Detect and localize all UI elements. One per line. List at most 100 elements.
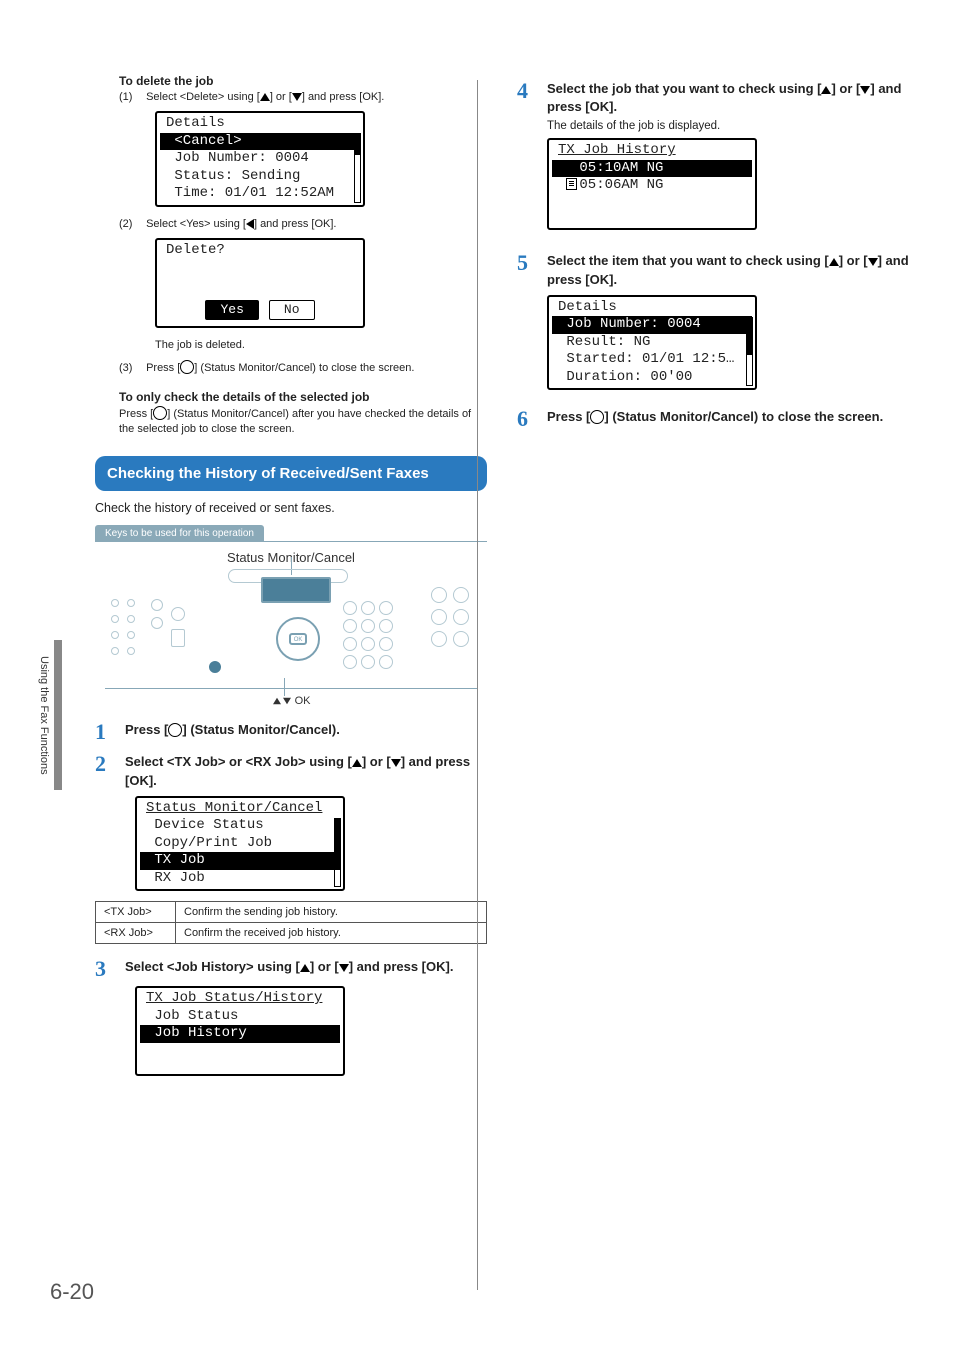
s4-note: The details of the job is displayed. (547, 120, 909, 132)
step-number: 2 (95, 753, 115, 775)
lcd-row: Result: NG (552, 334, 752, 352)
keys-tag: Keys to be used for this operation (95, 525, 264, 542)
left-column: To delete the job (1) Select <Delete> us… (95, 70, 487, 1086)
table-row: <TX Job> Confirm the sending job history… (96, 902, 487, 923)
down-icon (391, 759, 401, 767)
down-icon (283, 698, 291, 704)
down-icon (868, 258, 878, 266)
step-3-main: 3 Select <Job History> using [ ] or [ ] an… (95, 958, 487, 980)
step-5: 5 Select the item that you want to check… (517, 252, 909, 288)
cell: Confirm the sending job history. (176, 902, 487, 923)
lcd-row: Status: Sending (160, 168, 360, 186)
page-number: 6-20 (50, 1279, 94, 1305)
circle-icon (590, 410, 604, 424)
lcd-row: Copy/Print Job (140, 835, 340, 853)
only-check-b: ] (Status Monitor/Cancel) after you have… (119, 408, 471, 435)
s2-b: ] or [ (362, 754, 391, 769)
circle-icon (180, 360, 194, 374)
step-1: (1) Select <Delete> using [] or [] and p… (119, 90, 487, 105)
step-2-text-b: ] and press [OK]. (254, 218, 337, 230)
s6-b: ] (Status Monitor/Cancel) to close the s… (604, 409, 883, 424)
s3-a: Select <Job History> using [ (125, 959, 300, 974)
cell: <RX Job> (96, 923, 176, 944)
section-heading: Checking the History of Received/Sent Fa… (95, 456, 487, 492)
side-tab: Using the Fax Functions (38, 640, 62, 790)
s5-a: Select the item that you want to check u… (547, 253, 829, 268)
lcd-row-selected: 05:10AM NG (552, 160, 752, 178)
step-4: 4 Select the job that you want to check … (517, 80, 909, 116)
keys-sub-text: OK (295, 695, 311, 707)
doc-icon (566, 178, 577, 190)
lcd-row: Device Status (140, 817, 340, 835)
lcd-row: Duration: 00'00 (552, 369, 752, 387)
step-2-text-a: Select <Yes> using [ (146, 218, 246, 230)
step-2-num: (2) (119, 217, 143, 232)
up-icon (821, 86, 831, 94)
job-deleted-text: The job is deleted. (155, 338, 487, 353)
step-2: (2) Select <Yes> using [ ] and press [OK]… (119, 217, 487, 232)
step-3: (3) Press [ ] (Status Monitor/Cancel) to … (119, 360, 487, 376)
s4-b: ] or [ (831, 81, 860, 96)
lcd-row: Job Number: 0004 (160, 150, 360, 168)
step-3-num: (3) (119, 361, 143, 376)
up-icon (352, 759, 362, 767)
delete-heading: To delete the job (119, 74, 487, 88)
section-note: Check the history of received or sent fa… (95, 501, 487, 515)
yes-button: Yes (205, 300, 258, 320)
s1-a: Press [ (125, 722, 168, 737)
cell: Confirm the received job history. (176, 923, 487, 944)
dialog-title: Delete? (160, 242, 360, 260)
lcd-row-selected: Job History (140, 1025, 340, 1043)
lcd-mini-icon (261, 577, 331, 603)
step-2-main: 2 Select <TX Job> or <RX Job> using [ ] o… (95, 753, 487, 789)
lcd-row: TX Job Status/History (140, 990, 340, 1008)
up-icon (829, 258, 839, 266)
lcd-row: RX Job (140, 870, 340, 888)
down-icon (339, 964, 349, 972)
lcd-row: Started: 01/01 12:5… (552, 351, 752, 369)
keys-sub: OK (95, 695, 487, 707)
scrollbar (354, 133, 361, 203)
only-check-a: Press [ (119, 408, 153, 420)
s2-a: Select <TX Job> or <RX Job> using [ (125, 754, 352, 769)
lcd-details: Details <Cancel> Job Number: 0004 Status… (155, 111, 365, 207)
step-number: 5 (517, 252, 537, 274)
lcd-row: Details (160, 115, 360, 133)
lcd-row: Details (552, 299, 752, 317)
circle-icon (168, 723, 182, 737)
lcd-row: Status Monitor/Cancel (140, 800, 340, 818)
step-3-text-b: ] (Status Monitor/Cancel) to close the s… (194, 362, 414, 374)
doc-icon (566, 161, 577, 173)
column-divider (477, 80, 478, 1290)
s4-a: Select the job that you want to check us… (547, 81, 821, 96)
step-3-text-a: Press [ (146, 362, 180, 374)
left-icon (246, 219, 254, 229)
up-icon (260, 93, 270, 101)
circle-icon (153, 406, 167, 420)
step-1-main: 1 Press [] (Status Monitor/Cancel). (95, 721, 487, 743)
s6-a: Press [ (547, 409, 590, 424)
s3-b: ] or [ (310, 959, 339, 974)
nav-wheel-icon: OK (276, 617, 320, 661)
step-number: 1 (95, 721, 115, 743)
step-number: 6 (517, 408, 537, 430)
up-icon (300, 964, 310, 972)
s3-c: ] and press [OK]. (349, 959, 454, 974)
step-1-text-c: ] and press [OK]. (302, 91, 385, 103)
step-1-text-b: ] or [ (270, 91, 292, 103)
down-icon (860, 86, 870, 94)
up-icon (273, 698, 281, 704)
lcd-row-selected: <Cancel> (160, 133, 360, 151)
lcd-row: 05:06AM NG (552, 177, 752, 195)
step-number: 3 (95, 958, 115, 980)
lcd-tx-history: TX Job History 05:10AM NG 05:06AM NG (547, 138, 757, 230)
step-6: 6 Press [ ] (Status Monitor/Cancel) to cl… (517, 408, 909, 430)
step-1-num: (1) (119, 90, 143, 105)
no-button: No (269, 300, 315, 320)
scrollbar (334, 818, 341, 888)
numpad-icon (343, 601, 393, 669)
lcd-row-selected: Job Number: 0004 (552, 316, 752, 334)
lcd-row: Job Status (140, 1008, 340, 1026)
lcd-status-monitor: Status Monitor/Cancel Device Status Copy… (135, 796, 345, 892)
table-row: <RX Job> Confirm the received job histor… (96, 923, 487, 944)
